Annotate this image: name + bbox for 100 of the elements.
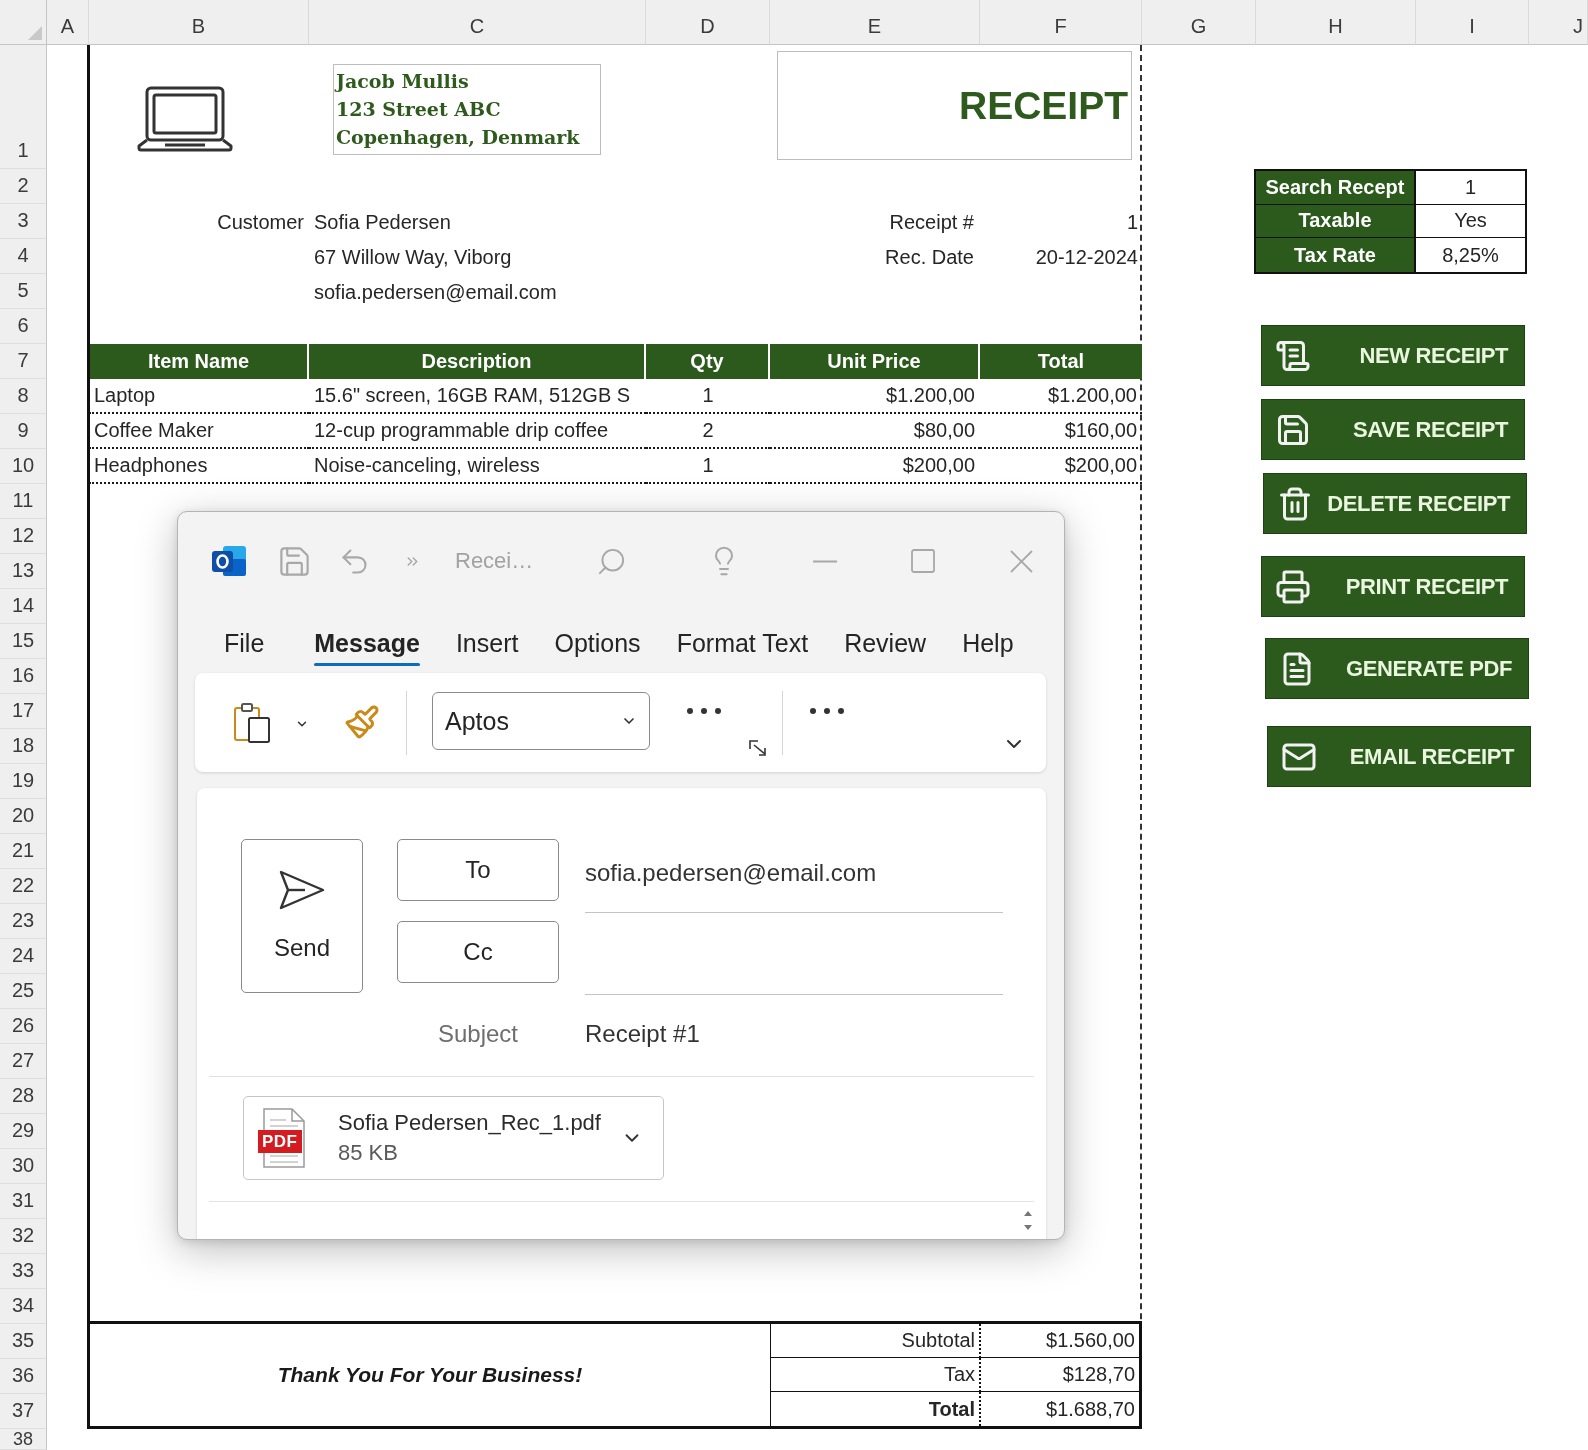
recipient-button[interactable]: Cc <box>397 921 559 983</box>
ribbon-tab[interactable]: Help <box>962 610 1014 672</box>
totals-label: Total <box>928 1397 975 1421</box>
setting-label: Taxable <box>1256 204 1416 239</box>
sheet-column-header[interactable]: F <box>980 0 1142 45</box>
corner-triangle-icon <box>28 26 42 40</box>
table-cell: $160,00 <box>980 414 1142 449</box>
action-button[interactable]: PRINT RECEIPT <box>1261 556 1525 617</box>
sheet-row-header[interactable]: 12 <box>0 519 47 554</box>
table-cell: $200,00 <box>770 449 980 484</box>
ribbon-tab[interactable]: Message <box>314 610 420 672</box>
sheet-row-header[interactable]: 21 <box>0 834 47 869</box>
table-cell: $1.200,00 <box>980 379 1142 414</box>
mail-app-logo-icon[interactable] <box>211 543 247 579</box>
receipt-detail-label: Rec. Date <box>885 244 974 269</box>
ribbon-tab[interactable]: Format Text <box>676 610 809 672</box>
sheet-row-header[interactable]: 9 <box>0 414 47 449</box>
sheet-row-header[interactable]: 11 <box>0 484 47 519</box>
setting-label: Search Recept <box>1256 171 1416 205</box>
receipt-detail-label: Receipt # <box>889 209 974 234</box>
sheet-row-header[interactable]: 36 <box>0 1359 47 1394</box>
table-cell: 12-cup programmable drip coffee <box>309 414 646 449</box>
sheet-row-header[interactable]: 14 <box>0 589 47 624</box>
sheet-column-header[interactable]: H <box>1256 0 1416 45</box>
ribbon-tab[interactable]: File <box>224 610 265 672</box>
sheet-row-header[interactable]: 15 <box>0 624 47 659</box>
close-icon[interactable] <box>1010 549 1034 573</box>
sheet-row-header[interactable]: 32 <box>0 1219 47 1254</box>
sheet-row-header[interactable]: 18 <box>0 729 47 764</box>
ribbon-tab[interactable]: Review <box>844 610 927 672</box>
sheet-row-header[interactable]: 2 <box>0 169 47 204</box>
sheet-row-header[interactable]: 4 <box>0 239 47 274</box>
sheet-row-header[interactable]: 28 <box>0 1079 47 1114</box>
table-header-cell: Item Name <box>90 344 309 379</box>
action-button[interactable]: SAVE RECEIPT <box>1261 399 1525 460</box>
action-button[interactable]: GENERATE PDF <box>1265 638 1529 699</box>
sheet-column-header[interactable]: G <box>1142 0 1256 45</box>
sheet-row-header[interactable]: 17 <box>0 694 47 729</box>
sheet-row-header[interactable]: 20 <box>0 799 47 834</box>
sheet-row-header[interactable]: 3 <box>0 204 47 239</box>
sheet-row-header[interactable]: 37 <box>0 1394 47 1429</box>
receipt-detail-value: 20-12-2024 <box>1035 244 1138 269</box>
sheet-row-header[interactable]: 30 <box>0 1149 47 1184</box>
customer-detail: sofia.pedersen@email.com <box>314 279 557 304</box>
sheet-column-header[interactable]: E <box>770 0 980 45</box>
more-icon[interactable] <box>809 707 845 715</box>
sheet-column-header[interactable]: C <box>309 0 646 45</box>
sheet-row-header[interactable]: 24 <box>0 939 47 974</box>
sheet-row-header[interactable]: 19 <box>0 764 47 799</box>
sheet-column-header[interactable]: B <box>89 0 309 45</box>
recipient-button[interactable]: To <box>397 839 559 901</box>
send-icon <box>279 870 325 910</box>
maximize-icon[interactable] <box>911 549 936 573</box>
font-dropdown[interactable]: Aptos <box>432 692 650 750</box>
sheet-row-header[interactable]: 26 <box>0 1009 47 1044</box>
totals-label: Subtotal <box>901 1329 975 1352</box>
minimize-icon[interactable] <box>813 559 838 563</box>
sheet-column-header[interactable]: I <box>1416 0 1529 45</box>
sheet-row-header[interactable]: 6 <box>0 309 47 344</box>
totals-value: $128,70 <box>1062 1363 1135 1386</box>
sheet-row-header[interactable]: 1 <box>0 45 47 169</box>
sheet-row-header[interactable]: 27 <box>0 1044 47 1079</box>
sheet-row-header[interactable]: 25 <box>0 974 47 1009</box>
sheet-row-header[interactable]: 31 <box>0 1184 47 1219</box>
sheet-row-header[interactable]: 22 <box>0 869 47 904</box>
action-button[interactable]: EMAIL RECEIPT <box>1267 726 1531 787</box>
sheet-column-header[interactable]: A <box>47 0 89 45</box>
select-all-button[interactable] <box>0 0 47 45</box>
action-button[interactable]: NEW RECEIPT <box>1261 325 1525 386</box>
sheet-row-header[interactable]: 35 <box>0 1324 47 1359</box>
table-cell: Headphones <box>89 449 309 484</box>
subject-field[interactable]: Receipt #1 <box>585 1014 1003 1054</box>
sheet-row-header[interactable]: 13 <box>0 554 47 589</box>
sheet-row-header[interactable]: 34 <box>0 1289 47 1324</box>
sheet-row-header[interactable]: 29 <box>0 1114 47 1149</box>
customer-detail: 67 Willow Way, Viborg <box>314 244 512 269</box>
sheet-row-header[interactable]: 10 <box>0 449 47 484</box>
sheet-column-header[interactable]: J <box>1529 0 1588 45</box>
subject-label: Subject <box>437 1020 519 1048</box>
attachment-card[interactable]: PDF Sofia Pedersen_Rec_1.pdf 85 KB <box>243 1096 664 1180</box>
ribbon-tab[interactable]: Insert <box>455 610 519 672</box>
table-cell: Noise-canceling, wireless <box>309 449 646 484</box>
sheet-row-header[interactable]: 33 <box>0 1254 47 1289</box>
sheet-row-header[interactable]: 16 <box>0 659 47 694</box>
recipient-field[interactable]: sofia.pedersen@email.com <box>585 839 1003 913</box>
send-button[interactable]: Send <box>241 839 363 993</box>
dialog-launcher-icon[interactable] <box>749 740 767 756</box>
sheet-row-header[interactable]: 8 <box>0 379 47 414</box>
ribbon-tab[interactable]: Options <box>554 610 641 672</box>
sheet-row-header[interactable]: 23 <box>0 904 47 939</box>
window-title: Recei… <box>455 548 534 574</box>
action-button[interactable]: DELETE RECEIPT <box>1263 473 1527 534</box>
sheet-column-header[interactable]: D <box>646 0 770 45</box>
table-cell: $80,00 <box>770 414 980 449</box>
paintbrush-icon[interactable] <box>344 704 380 740</box>
sheet-row-header[interactable]: 7 <box>0 344 47 379</box>
paste-icon[interactable] <box>233 702 271 744</box>
sheet-row-header[interactable]: 38 <box>0 1429 47 1450</box>
more-icon[interactable] <box>686 707 722 715</box>
sheet-row-header[interactable]: 5 <box>0 274 47 309</box>
